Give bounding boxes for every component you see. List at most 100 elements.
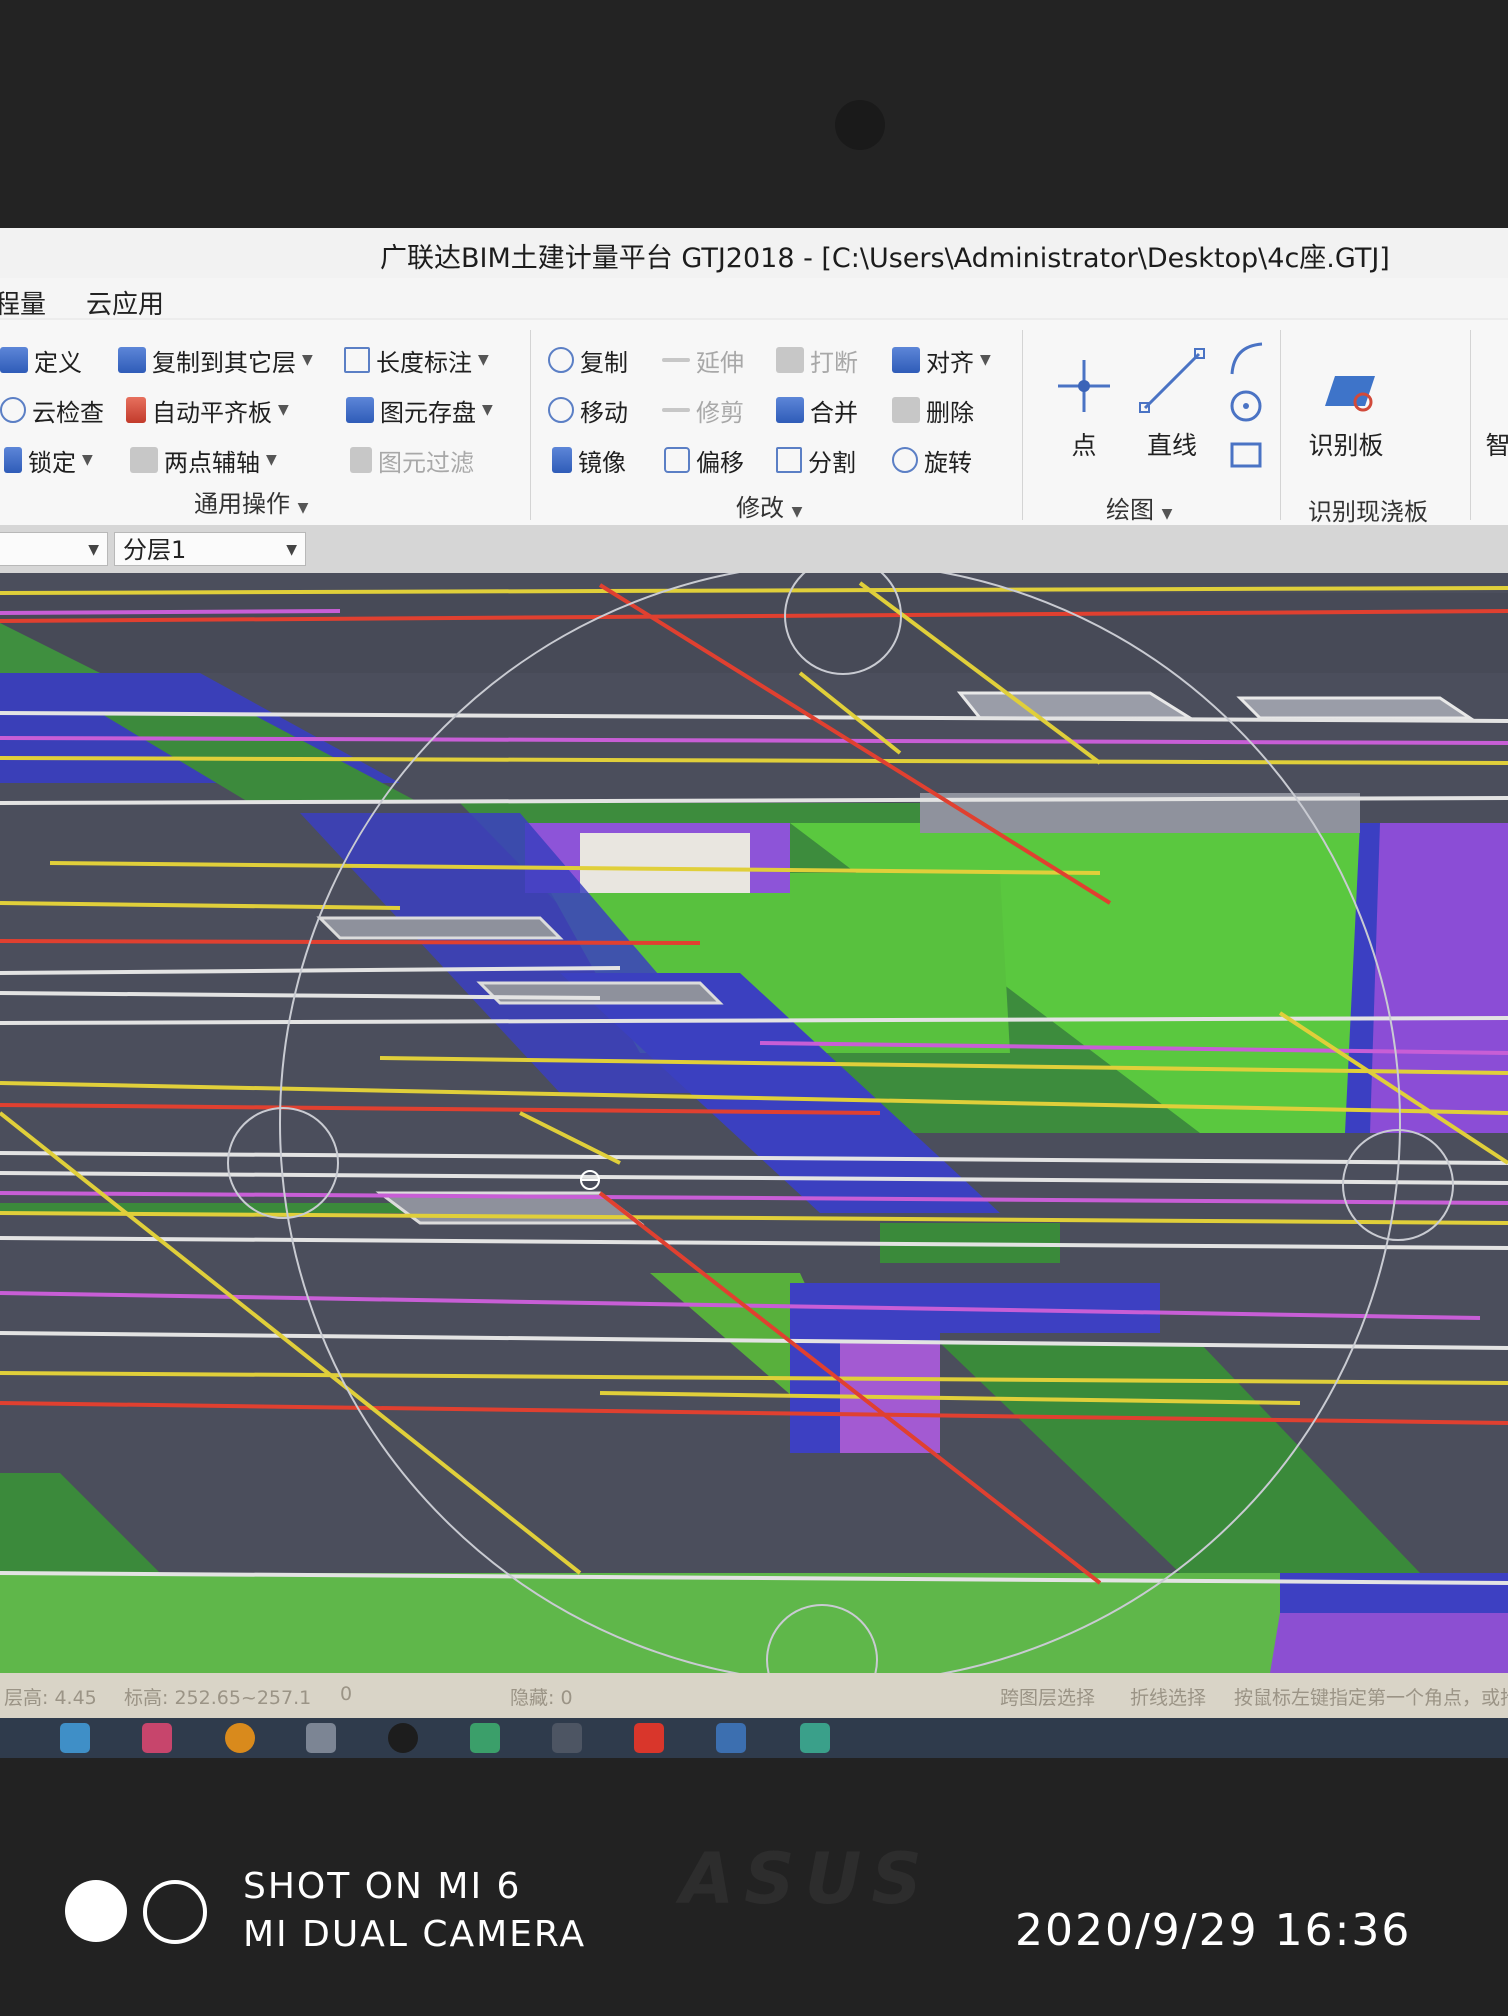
- layer-selector-bar: ▼ 分层1 ▼: [0, 525, 1508, 573]
- menu-item-cloud-apps[interactable]: 云应用: [86, 284, 164, 321]
- offset-button[interactable]: 偏移: [664, 440, 744, 480]
- align-icon: [892, 347, 920, 373]
- watermark-timestamp: 2020/9/29 16:36: [1015, 1905, 1412, 1956]
- eraser-icon: [892, 397, 920, 423]
- modify-group-label[interactable]: 修改 ▼: [736, 488, 802, 523]
- window-title: 广联达BIM土建计量平台 GTJ2018 - [C:\Users\Adminis…: [380, 243, 1390, 274]
- layer-selector[interactable]: 分层1 ▼: [114, 532, 306, 566]
- mirror-button[interactable]: 镜像: [552, 440, 626, 480]
- cross-layer-select-toggle[interactable]: 跨图层选择: [1000, 1683, 1095, 1710]
- lock-button[interactable]: 锁定 ▼: [4, 440, 93, 480]
- beam-outline: [316, 916, 564, 940]
- floor-selector[interactable]: ▼: [0, 532, 108, 566]
- auto-level-slab-button[interactable]: 自动平齐板 ▼: [126, 390, 289, 430]
- point-icon: [1058, 360, 1110, 412]
- move-button[interactable]: 移动: [548, 390, 628, 430]
- hidden-count-readout: 隐藏: 0: [510, 1687, 573, 1709]
- recognize-slab-button[interactable]: 识别板: [1296, 332, 1396, 462]
- cloud-check-button[interactable]: 云检查: [0, 390, 104, 430]
- copy-to-other-floors-button[interactable]: 复制到其它层 ▼: [118, 340, 313, 380]
- copy-icon: [548, 347, 574, 373]
- menu-item-quantity[interactable]: 程量: [0, 284, 46, 321]
- chevron-down-icon: ▼: [478, 352, 489, 368]
- smart-button-cutoff[interactable]: 智: [1478, 332, 1508, 462]
- chevron-down-icon: ▼: [482, 402, 493, 418]
- split-button[interactable]: 分割: [776, 440, 856, 480]
- split-icon: [776, 447, 802, 473]
- command-prompt: 按鼠标左键指定第一个角点，或拾取构件图元: [1234, 1687, 1508, 1709]
- qq-icon[interactable]: [388, 1723, 418, 1753]
- slab-green: [940, 1343, 1420, 1573]
- chevron-down-icon: ▼: [302, 352, 313, 368]
- break-button[interactable]: 打断: [776, 340, 858, 380]
- extend-icon: [662, 358, 690, 362]
- draw-group-label[interactable]: 绘图 ▼: [1106, 490, 1172, 525]
- chevron-down-icon: ▼: [1161, 506, 1173, 522]
- align-button[interactable]: 对齐 ▼: [892, 340, 991, 380]
- delete-button[interactable]: 删除: [892, 390, 974, 430]
- screen-bezel-top: [0, 0, 1508, 235]
- merge-icon: [776, 397, 804, 423]
- chevron-down-icon: ▼: [266, 452, 277, 468]
- rectangle-icon: [1230, 442, 1262, 468]
- copy-floors-icon: [118, 347, 146, 373]
- archive-icon[interactable]: [552, 1723, 582, 1753]
- orbit-cursor-icon: [580, 1170, 600, 1190]
- length-dimension-button[interactable]: 长度标注 ▼: [344, 340, 489, 380]
- beam-outline: [956, 691, 1196, 720]
- level-slab-icon: [126, 397, 146, 423]
- general-operations-group-label[interactable]: 通用操作 ▼: [194, 484, 308, 519]
- mirror-icon: [552, 447, 572, 473]
- rotate-icon: [892, 447, 918, 473]
- recycle-bin-icon[interactable]: [306, 1723, 336, 1753]
- arc-draw-button[interactable]: [1226, 338, 1266, 378]
- gtj-icon[interactable]: [716, 1723, 746, 1753]
- rectangle-draw-button[interactable]: [1226, 434, 1266, 474]
- 3d-model-viewport[interactable]: [0, 573, 1508, 1673]
- axis-icon: [130, 447, 158, 473]
- trim-icon: [662, 408, 690, 412]
- save-element-icon: [346, 397, 374, 423]
- recognize-cast-slab-group-label: 识别现浇板: [1308, 498, 1428, 526]
- app-icon[interactable]: [142, 1723, 172, 1753]
- copy-button[interactable]: 复制: [548, 340, 628, 380]
- chevron-down-icon: ▼: [278, 402, 289, 418]
- watermark-shot-on: SHOT ON MI 6: [243, 1866, 522, 1907]
- break-icon: [776, 347, 804, 373]
- define-button[interactable]: 定义: [0, 340, 82, 380]
- glodon-icon[interactable]: [800, 1723, 830, 1753]
- recognize-slab-icon: [1325, 376, 1375, 412]
- save-element-button[interactable]: 图元存盘 ▼: [346, 390, 493, 430]
- line-icon: [1139, 348, 1205, 413]
- wps-icon[interactable]: [470, 1723, 500, 1753]
- camera-watermark-dot-icon: [65, 1880, 127, 1942]
- beam-outline: [1236, 696, 1475, 720]
- chevron-down-icon: ▼: [980, 352, 991, 368]
- search-icon[interactable]: [225, 1723, 255, 1753]
- polyline-select-toggle[interactable]: 折线选择: [1130, 1683, 1206, 1710]
- chevron-down-icon: ▼: [286, 542, 297, 558]
- two-point-axis-button[interactable]: 两点辅轴 ▼: [130, 440, 277, 480]
- beam-outline: [476, 981, 724, 1005]
- circle-icon: [1230, 390, 1262, 422]
- browser-icon[interactable]: [60, 1723, 90, 1753]
- ribbon-separator: [530, 330, 531, 520]
- windows-taskbar: [0, 1718, 1508, 1758]
- merge-button[interactable]: 合并: [776, 390, 858, 430]
- status-bar: 层高: 4.45 标高: 252.65~257.1 0 隐藏: 0 跨图层选择 …: [0, 1673, 1508, 1718]
- point-button[interactable]: 点: [1044, 332, 1124, 462]
- line-button[interactable]: 直线: [1132, 332, 1212, 462]
- rotate-button[interactable]: 旋转: [892, 440, 972, 480]
- webcam-lens: [835, 100, 885, 150]
- orbit-handle-left[interactable]: [227, 1107, 339, 1219]
- circle-draw-button[interactable]: [1226, 386, 1266, 426]
- trim-button[interactable]: 修剪: [662, 390, 744, 430]
- offset-icon: [664, 447, 690, 473]
- gtj-application-window: 广联达BIM土建计量平台 GTJ2018 - [C:\Users\Adminis…: [0, 228, 1508, 1758]
- autocad-icon[interactable]: [634, 1723, 664, 1753]
- extend-button[interactable]: 延伸: [662, 340, 744, 380]
- model-drawing-canvas[interactable]: [0, 573, 1508, 1673]
- element-filter-button[interactable]: 图元过滤: [350, 440, 474, 480]
- status-value: 0: [340, 1683, 353, 1705]
- title-bar: 广联达BIM土建计量平台 GTJ2018 - [C:\Users\Adminis…: [0, 228, 1508, 278]
